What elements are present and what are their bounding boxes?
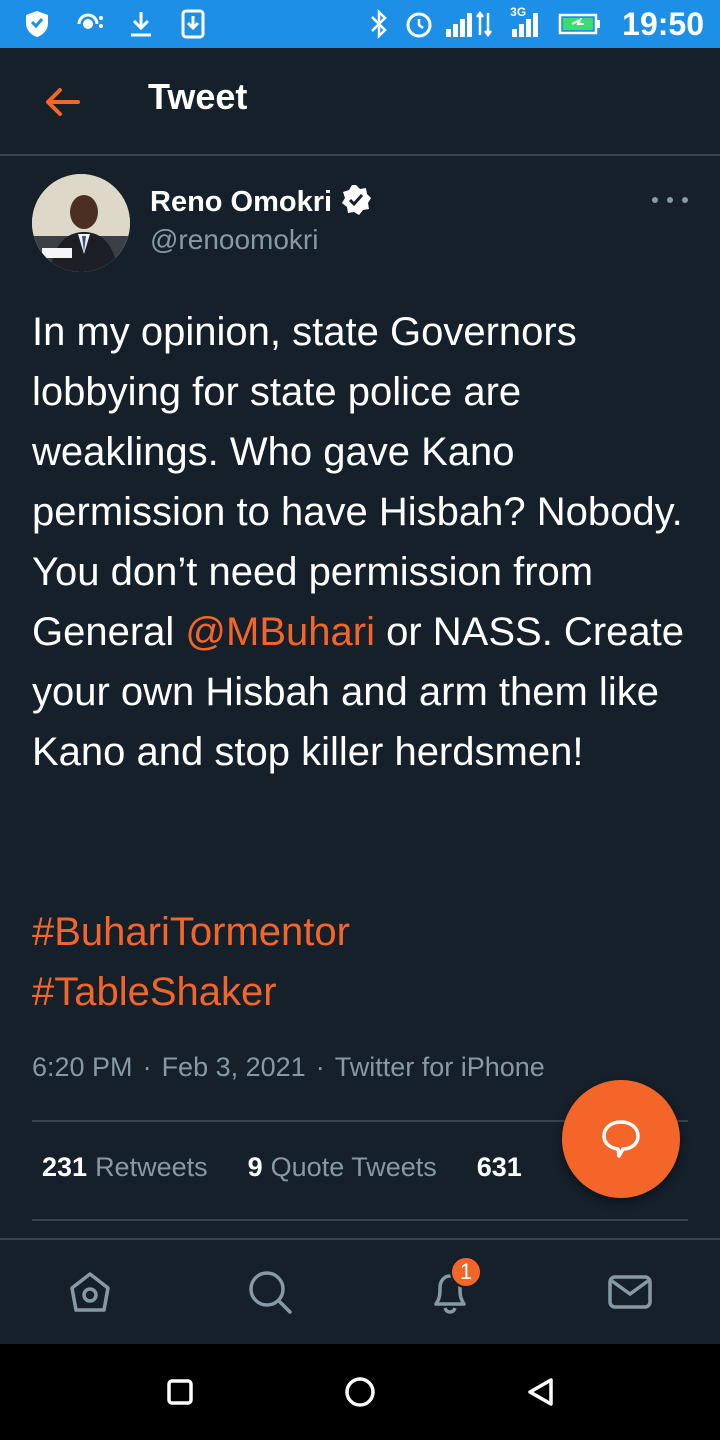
retweets-stat[interactable]: 231 Retweets <box>42 1152 208 1183</box>
verified-badge-icon <box>340 184 372 221</box>
author-name[interactable]: Reno Omokri <box>150 186 332 219</box>
quotes-label: Quote Tweets <box>270 1152 437 1182</box>
home-icon[interactable] <box>66 1268 114 1316</box>
dot <box>682 197 688 203</box>
dot <box>652 197 658 203</box>
app-download-icon <box>178 9 208 39</box>
quote-tweets-stat[interactable]: 9 Quote Tweets <box>248 1152 437 1183</box>
dot <box>667 197 673 203</box>
retweets-label: Retweets <box>95 1152 208 1182</box>
bottom-tab-bar <box>0 1238 720 1344</box>
tweet-stats: 231 Retweets 9 Quote Tweets 631 <box>42 1152 530 1183</box>
signal-icon <box>444 9 498 39</box>
tweet-time: 6:20 PM <box>32 1052 133 1082</box>
retweets-count: 231 <box>42 1152 88 1182</box>
author-name-row: Reno Omokri <box>150 184 372 221</box>
bluetooth-icon <box>364 9 394 39</box>
top-app-bar: Tweet <box>0 48 720 156</box>
shield-icon <box>22 9 52 39</box>
status-bar: 3G 19:50 <box>0 0 720 48</box>
likes-stat[interactable]: 631 <box>477 1152 530 1183</box>
avatar[interactable] <box>32 174 130 272</box>
messages-mail-icon[interactable] <box>606 1268 654 1316</box>
search-icon[interactable] <box>246 1268 294 1316</box>
likes-count: 631 <box>476 1152 522 1182</box>
back-arrow-icon[interactable] <box>38 78 86 126</box>
signal-3g-icon: 3G <box>508 5 548 39</box>
tweet-source[interactable]: Twitter for iPhone <box>335 1052 545 1083</box>
more-options-icon[interactable] <box>652 188 688 212</box>
divider <box>32 1219 688 1221</box>
mention-link[interactable]: @MBuhari <box>185 610 375 654</box>
back-triangle-icon[interactable] <box>522 1374 558 1410</box>
notification-badge: 1 <box>450 1256 482 1288</box>
hotspot-icon <box>74 9 104 39</box>
reply-bubble-icon <box>602 1120 640 1158</box>
author-handle[interactable]: @renoomokri <box>150 224 318 256</box>
compose-reply-button[interactable] <box>562 1080 680 1198</box>
tweet-meta: 6:20 PM · Feb 3, 2021 · Twitter for iPho… <box>32 1052 545 1083</box>
recents-square-icon[interactable] <box>162 1374 198 1410</box>
tweet-text-part1: In my opinion, state Governors lobbying … <box>32 310 683 654</box>
quotes-count: 9 <box>247 1152 263 1182</box>
battery-icon <box>558 9 602 39</box>
network-type-label: 3G <box>510 5 527 19</box>
hashtag-link[interactable]: #BuhariTormentor <box>32 902 350 962</box>
system-nav-bar <box>0 1344 720 1440</box>
download-icon <box>126 9 156 39</box>
separator: · <box>142 1052 152 1082</box>
alarm-icon <box>404 9 434 39</box>
home-circle-icon[interactable] <box>342 1374 378 1410</box>
page-title: Tweet <box>148 76 248 117</box>
hashtag-list: #BuhariTormentor #TableShaker <box>32 902 350 1022</box>
status-time: 19:50 <box>622 5 704 42</box>
tweet-text: In my opinion, state Governors lobbying … <box>32 302 696 782</box>
tweet-date: Feb 3, 2021 <box>161 1052 306 1082</box>
separator: · <box>315 1052 325 1082</box>
hashtag-link[interactable]: #TableShaker <box>32 962 350 1022</box>
